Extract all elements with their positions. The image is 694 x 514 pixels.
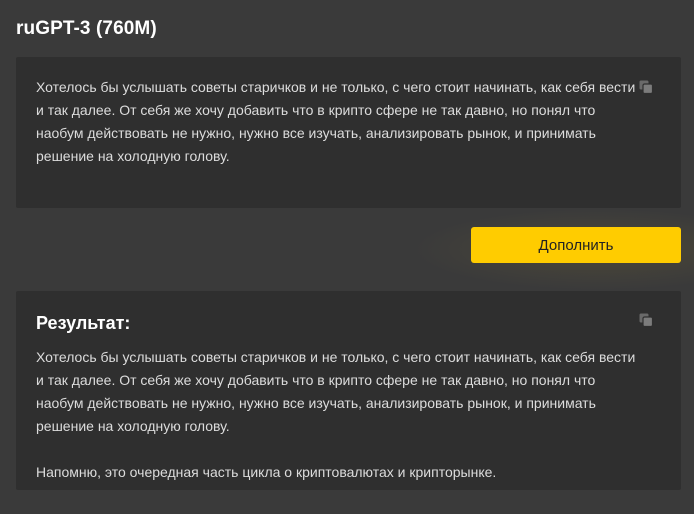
result-paragraph-1: Хотелось бы услышать советы старичков и …: [36, 349, 636, 434]
input-panel: Хотелось бы услышать советы старичков и …: [16, 57, 681, 208]
copy-icon[interactable]: [638, 312, 654, 328]
page: ruGPT-3 (760M) Хотелось бы услышать сове…: [0, 0, 694, 514]
result-text: Хотелось бы услышать советы старичков и …: [36, 346, 636, 484]
page-title: ruGPT-3 (760M): [16, 18, 157, 39]
result-paragraph-2: Напомню, это очередная часть цикла о кри…: [36, 464, 497, 480]
complete-button[interactable]: Дополнить: [471, 227, 681, 263]
copy-icon[interactable]: [638, 79, 654, 95]
result-panel: Результат: Хотелось бы услышать советы с…: [16, 291, 681, 490]
input-text[interactable]: Хотелось бы услышать советы старичков и …: [36, 76, 636, 168]
result-title: Результат:: [36, 313, 131, 333]
